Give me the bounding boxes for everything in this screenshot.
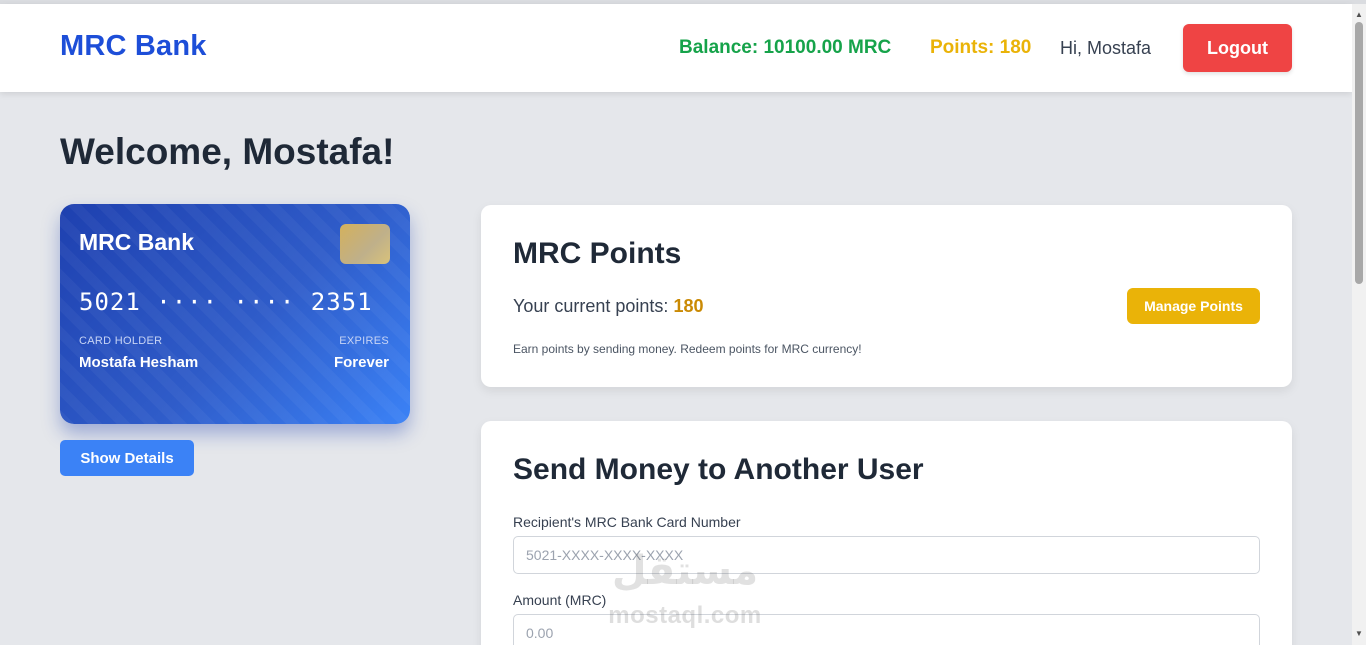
card-bank-name: MRC Bank <box>79 229 195 255</box>
card-chip-icon <box>340 224 390 264</box>
current-points-line: Your current points: 180 <box>513 296 703 317</box>
page-title: Welcome, Mostafa! <box>60 131 395 172</box>
points-note: Earn points by sending money. Redeem poi… <box>513 342 862 356</box>
points-panel-title: MRC Points <box>513 237 682 270</box>
scroll-down-arrow-icon[interactable]: ▼ <box>1352 629 1366 639</box>
brand-logo[interactable]: MRC Bank <box>60 30 207 63</box>
top-navbar: MRC Bank Balance: 10100.00 MRC Points: 1… <box>0 4 1352 92</box>
card-expires-label: EXPIRES <box>339 335 389 347</box>
manage-points-button[interactable]: Manage Points <box>1127 288 1260 324</box>
current-points-label: Your current points: <box>513 296 674 316</box>
recipient-card-input[interactable] <box>513 536 1260 574</box>
amount-input[interactable] <box>513 614 1260 645</box>
show-details-button[interactable]: Show Details <box>60 440 194 476</box>
card-expiry-value: Forever <box>333 354 389 371</box>
send-money-title: Send Money to Another User <box>513 453 924 486</box>
logout-button[interactable]: Logout <box>1183 24 1292 72</box>
send-money-panel: Send Money to Another User Recipient's M… <box>481 421 1292 645</box>
user-greeting: Hi, Mostafa <box>1060 38 1152 58</box>
page-scrollbar[interactable]: ▲ ▼ <box>1352 4 1366 645</box>
balance-display: Balance: 10100.00 MRC <box>679 37 892 58</box>
points-panel: MRC Points Your current points: 180 Mana… <box>481 205 1292 387</box>
amount-label: Amount (MRC) <box>513 592 607 608</box>
points-display: Points: 180 <box>930 37 1032 58</box>
recipient-card-label: Recipient's MRC Bank Card Number <box>513 514 741 530</box>
bank-card: MRC Bank 5021 ···· ···· 2351 CARD HOLDER… <box>60 204 410 424</box>
scrollbar-thumb[interactable] <box>1355 22 1363 284</box>
current-points-value: 180 <box>673 296 704 316</box>
scroll-up-arrow-icon[interactable]: ▲ <box>1352 10 1366 20</box>
card-holder-name: Mostafa Hesham <box>79 354 199 371</box>
card-holder-label: CARD HOLDER <box>79 335 163 347</box>
card-number: 5021 ···· ···· 2351 <box>79 288 373 316</box>
